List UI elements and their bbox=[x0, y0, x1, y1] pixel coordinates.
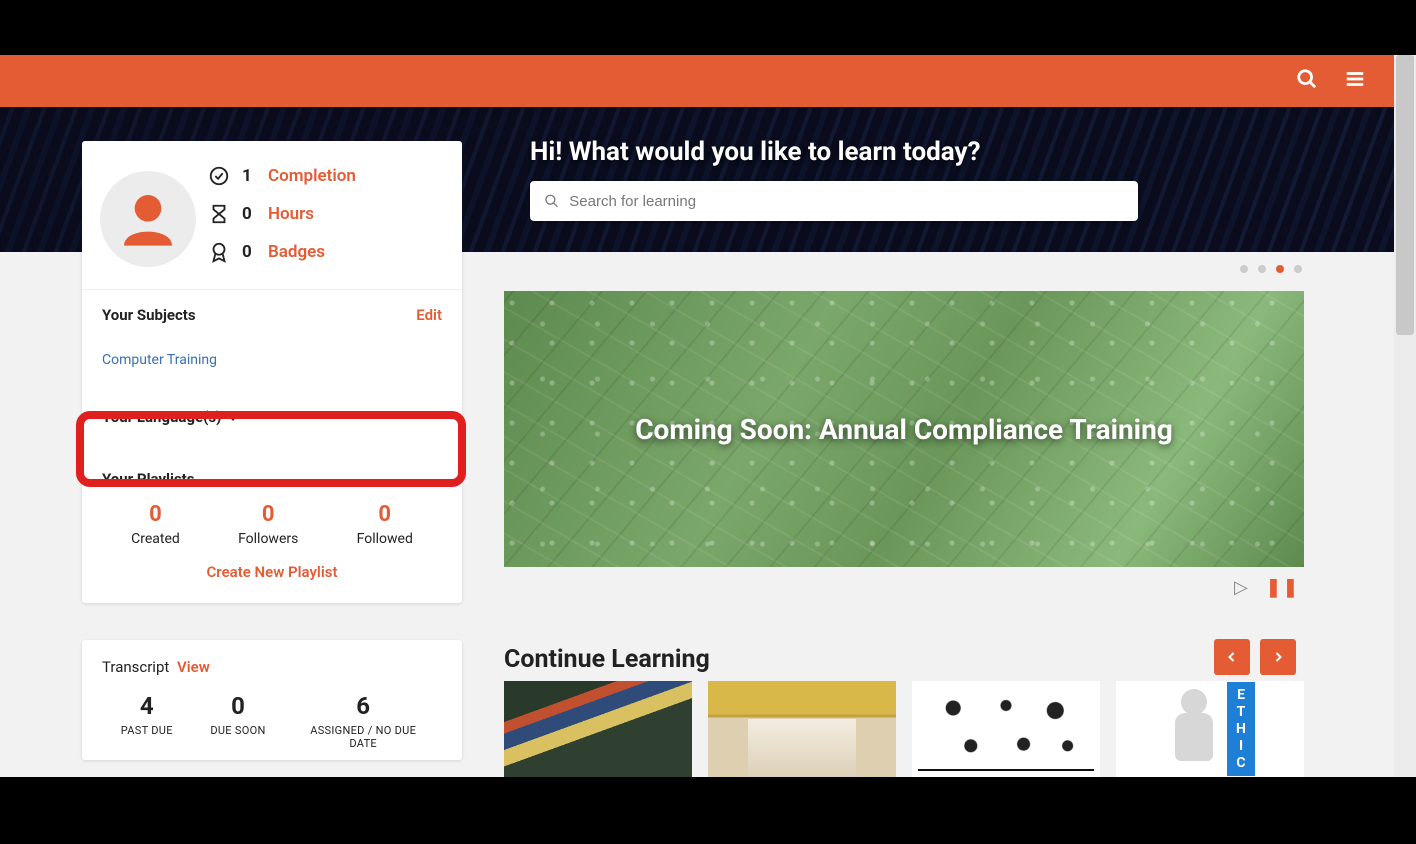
stat-completion[interactable]: 1 Completion bbox=[208, 165, 442, 187]
search-icon[interactable] bbox=[1296, 68, 1318, 94]
carousel-prev-button[interactable] bbox=[1214, 639, 1250, 675]
carousel-dot[interactable] bbox=[1294, 265, 1302, 273]
stat-value: 0 bbox=[357, 502, 413, 527]
stat-label: ASSIGNED / NO DUE DATE bbox=[303, 724, 423, 750]
chevron-down-icon bbox=[227, 414, 239, 421]
continue-nav-arrows bbox=[1214, 639, 1296, 675]
languages-section[interactable]: Your Language(s) bbox=[82, 382, 462, 464]
create-playlist-link[interactable]: Create New Playlist bbox=[102, 563, 442, 581]
transcript-past-due[interactable]: 4 PAST DUE bbox=[121, 692, 173, 750]
course-card[interactable] bbox=[708, 681, 896, 777]
profile-card: 1 Completion 0 Hours 0 Badges Your Subje… bbox=[82, 141, 462, 603]
edit-subjects-link[interactable]: Edit bbox=[416, 306, 442, 324]
scrollbar[interactable]: ▴ bbox=[1394, 55, 1416, 777]
transcript-assigned[interactable]: 6 ASSIGNED / NO DUE DATE bbox=[303, 692, 423, 750]
scrollbar-thumb[interactable] bbox=[1396, 55, 1414, 335]
carousel-dot[interactable] bbox=[1276, 265, 1284, 273]
carousel-dot[interactable] bbox=[1240, 265, 1248, 273]
stat-label: Hours bbox=[268, 204, 314, 224]
global-search[interactable] bbox=[530, 181, 1138, 221]
stat-value: 0 bbox=[242, 204, 256, 224]
languages-title: Your Language(s) bbox=[102, 408, 221, 426]
stat-value: 1 bbox=[242, 166, 256, 186]
stat-label: Followed bbox=[357, 531, 413, 547]
stat-badges[interactable]: 0 Badges bbox=[208, 241, 442, 263]
continue-learning-cards: E T H I C bbox=[504, 681, 1304, 777]
figure-icon bbox=[1165, 685, 1225, 773]
continue-learning-title: Continue Learning bbox=[504, 645, 710, 674]
subject-link[interactable]: Computer Training bbox=[102, 352, 217, 368]
carousel-play-icon[interactable]: ▷ bbox=[1234, 577, 1248, 598]
chevron-left-icon bbox=[1226, 648, 1238, 666]
stat-value: 6 bbox=[303, 692, 423, 720]
stat-hours[interactable]: 0 Hours bbox=[208, 203, 442, 225]
hourglass-icon bbox=[208, 203, 230, 225]
playlists-title: Your Playlists bbox=[102, 470, 442, 488]
subjects-title: Your Subjects bbox=[102, 306, 196, 324]
transcript-card: Transcript View 4 PAST DUE 0 DUE SOON 6 … bbox=[82, 640, 462, 760]
transcript-due-soon[interactable]: 0 DUE SOON bbox=[210, 692, 265, 750]
hamburger-menu-icon[interactable] bbox=[1344, 68, 1366, 94]
course-card[interactable] bbox=[504, 681, 692, 777]
transcript-title: Transcript bbox=[102, 658, 169, 676]
badge-icon bbox=[208, 241, 230, 263]
carousel-pause-icon[interactable]: ❚❚ bbox=[1266, 577, 1300, 598]
playlists-followed[interactable]: 0 Followed bbox=[357, 502, 413, 547]
stat-label: Followers bbox=[238, 531, 298, 547]
top-bar bbox=[0, 55, 1394, 107]
playlists-section: Your Playlists 0 Created 0 Followers 0 F… bbox=[82, 464, 462, 603]
playlists-created[interactable]: 0 Created bbox=[131, 502, 180, 547]
chevron-right-icon bbox=[1272, 648, 1284, 666]
carousel-dot[interactable] bbox=[1258, 265, 1266, 273]
stat-value: 0 bbox=[238, 502, 298, 527]
transcript-view-link[interactable]: View bbox=[177, 658, 210, 676]
stat-value: 4 bbox=[121, 692, 173, 720]
carousel-controls: ▷ ❚❚ bbox=[1234, 577, 1300, 598]
stat-label: Badges bbox=[268, 242, 325, 262]
search-input[interactable] bbox=[569, 193, 1124, 210]
subjects-section: Your Subjects Edit Computer Training bbox=[82, 290, 462, 382]
carousel-next-button[interactable] bbox=[1260, 639, 1296, 675]
search-icon bbox=[544, 193, 559, 209]
ethics-badge: E T H I C bbox=[1227, 682, 1255, 776]
stat-value: 0 bbox=[242, 242, 256, 262]
stat-value: 0 bbox=[131, 502, 180, 527]
carousel-slide-title: Coming Soon: Annual Compliance Training bbox=[635, 413, 1173, 446]
stat-value: 0 bbox=[210, 692, 265, 720]
playlists-followers[interactable]: 0 Followers bbox=[238, 502, 298, 547]
completion-icon bbox=[208, 165, 230, 187]
stat-label: Created bbox=[131, 531, 180, 547]
carousel-slide[interactable]: Coming Soon: Annual Compliance Training bbox=[504, 291, 1304, 567]
hero-title: Hi! What would you like to learn today? bbox=[530, 137, 1304, 167]
stat-label: Completion bbox=[268, 166, 356, 186]
stat-label: DUE SOON bbox=[210, 724, 265, 737]
course-card[interactable] bbox=[912, 681, 1100, 777]
stat-label: PAST DUE bbox=[121, 724, 173, 737]
user-avatar-icon[interactable] bbox=[100, 171, 196, 267]
course-card[interactable]: E T H I C bbox=[1116, 681, 1304, 777]
carousel-indicators bbox=[1240, 265, 1302, 273]
